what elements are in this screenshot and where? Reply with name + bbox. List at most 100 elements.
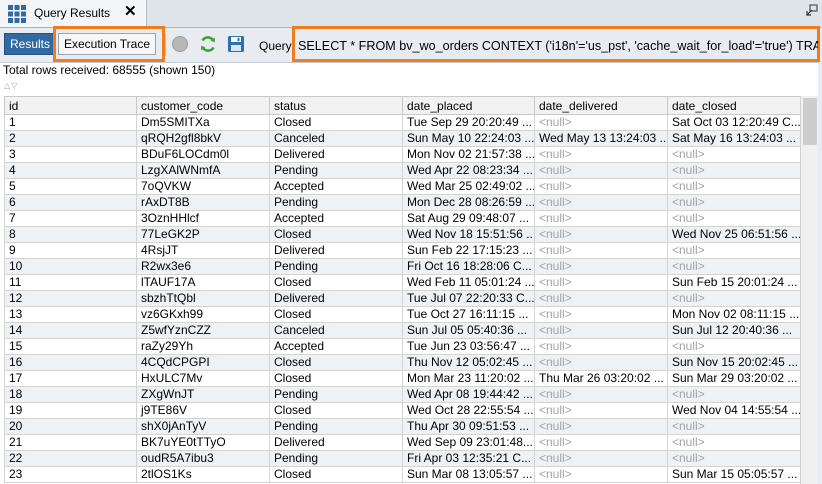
table-row[interactable]: 1 Dm5SMITXa Closed Tue Sep 29 20:20:49 ... <… [4, 114, 800, 131]
cell-id[interactable]: 3 [4, 146, 137, 163]
cell-date-placed[interactable]: Fri Oct 16 18:28:06 C... [402, 258, 535, 275]
cell-status[interactable]: Delivered [269, 242, 403, 259]
cell-date-placed[interactable]: Wed Feb 11 05:01:24 ... [402, 274, 535, 291]
cell-customer-code[interactable]: BDuF6LOCdm0l [136, 146, 270, 163]
cell-id[interactable]: 13 [4, 306, 137, 323]
cell-date-delivered[interactable]: <null> [534, 290, 668, 307]
cell-date-placed[interactable]: Wed Apr 22 08:23:34 ... [402, 162, 535, 179]
cell-status[interactable]: Delivered [269, 290, 403, 307]
cell-customer-code[interactable]: 2tlOS1Ks [136, 466, 270, 483]
table-row[interactable]: 16 4CQdCPGPI Closed Thu Nov 12 05:02:45 ...… [4, 354, 800, 371]
cell-customer-code[interactable]: LzgXAlWNmfA [136, 162, 270, 179]
cell-customer-code[interactable]: sbzhTtQbl [136, 290, 270, 307]
cell-customer-code[interactable]: Dm5SMITXa [136, 114, 270, 131]
cell-id[interactable]: 14 [4, 322, 137, 339]
cell-customer-code[interactable]: R2wx3e6 [136, 258, 270, 275]
cell-customer-code[interactable]: shX0jAnTyV [136, 418, 270, 435]
cell-date-closed[interactable]: Wed Nov 04 14:55:54 ... [667, 402, 800, 419]
vertical-scrollbar[interactable] [800, 96, 819, 484]
tab-query-results[interactable]: Query Results ✕ [0, 0, 147, 27]
cell-id[interactable]: 16 [4, 354, 137, 371]
cell-date-closed[interactable]: <null> [667, 434, 800, 451]
cell-status[interactable]: Pending [269, 386, 403, 403]
cell-customer-code[interactable]: 7oQVKW [136, 178, 270, 195]
cell-id[interactable]: 5 [4, 178, 137, 195]
refresh-icon[interactable] [198, 34, 218, 54]
table-row[interactable]: 10 R2wx3e6 Pending Fri Oct 16 18:28:06 C...… [4, 258, 800, 275]
cell-customer-code[interactable]: raZy29Yh [136, 338, 270, 355]
stop-icon[interactable] [170, 34, 190, 54]
cell-customer-code[interactable]: HxULC7Mv [136, 370, 270, 387]
cell-date-delivered[interactable]: <null> [534, 146, 668, 163]
cell-date-closed[interactable]: Sat Oct 03 12:20:49 C... [667, 114, 800, 131]
cell-id[interactable]: 11 [4, 274, 137, 291]
restore-window-icon[interactable] [806, 4, 818, 16]
cell-date-closed[interactable]: Sat May 16 13:24:03 ... [667, 130, 800, 147]
cell-customer-code[interactable]: 4CQdCPGPI [136, 354, 270, 371]
table-row[interactable]: 6 rAxDT8B Pending Mon Dec 28 08:26:59 ... <n… [4, 194, 800, 211]
cell-date-placed[interactable]: Thu Apr 30 09:51:53 ... [402, 418, 535, 435]
cell-status[interactable]: Closed [269, 226, 403, 243]
table-row[interactable]: 4 LzgXAlWNmfA Pending Wed Apr 22 08:23:34 .… [4, 162, 800, 179]
cell-status[interactable]: Closed [269, 306, 403, 323]
cell-status[interactable]: Pending [269, 194, 403, 211]
scrollbar-thumb[interactable] [803, 98, 817, 145]
cell-date-closed[interactable]: <null> [667, 450, 800, 467]
cell-customer-code[interactable]: Z5wfYznCZZ [136, 322, 270, 339]
save-icon[interactable] [226, 34, 246, 54]
cell-customer-code[interactable]: rAxDT8B [136, 194, 270, 211]
cell-date-delivered[interactable]: <null> [534, 322, 668, 339]
table-row[interactable]: 9 4RsjJT Delivered Sun Feb 22 17:15:23 ... <… [4, 242, 800, 259]
cell-id[interactable]: 12 [4, 290, 137, 307]
cell-id[interactable]: 2 [4, 130, 137, 147]
cell-customer-code[interactable]: oudR5A7ibu3 [136, 450, 270, 467]
cell-id[interactable]: 17 [4, 370, 137, 387]
table-row[interactable]: 2 qRQH2gfl8bkV Canceled Sun May 10 22:24:03… [4, 130, 800, 147]
table-row[interactable]: 21 BK7uYE0tTTyO Delivered Wed Sep 09 23:01:… [4, 434, 800, 451]
cell-id[interactable]: 22 [4, 450, 137, 467]
cell-date-delivered[interactable]: <null> [534, 242, 668, 259]
cell-customer-code[interactable]: 77LeGK2P [136, 226, 270, 243]
cell-date-closed[interactable]: <null> [667, 146, 800, 163]
table-row[interactable]: 20 shX0jAnTyV Pending Thu Apr 30 09:51:53 .… [4, 418, 800, 435]
cell-id[interactable]: 19 [4, 402, 137, 419]
query-text[interactable]: SELECT * FROM bv_wo_orders CONTEXT ('i18… [298, 37, 818, 55]
cell-customer-code[interactable]: j9TE86V [136, 402, 270, 419]
cell-date-delivered[interactable]: <null> [534, 226, 668, 243]
cell-date-placed[interactable]: Tue Oct 27 16:11:15 ... [402, 306, 535, 323]
cell-status[interactable]: Delivered [269, 146, 403, 163]
cell-id[interactable]: 18 [4, 386, 137, 403]
cell-date-placed[interactable]: Fri Apr 03 12:35:21 C... [402, 450, 535, 467]
table-row[interactable]: 3 BDuF6LOCdm0l Delivered Mon Nov 02 21:57:3… [4, 146, 800, 163]
cell-date-placed[interactable]: Tue Jun 23 03:56:47 ... [402, 338, 535, 355]
cell-date-placed[interactable]: Sun Feb 22 17:15:23 ... [402, 242, 535, 259]
cell-status[interactable]: Canceled [269, 322, 403, 339]
cell-customer-code[interactable]: ZXgWnJT [136, 386, 270, 403]
cell-status[interactable]: Closed [269, 114, 403, 131]
cell-date-placed[interactable]: Sun Jul 05 05:40:36 ... [402, 322, 535, 339]
cell-date-placed[interactable]: Wed Mar 25 02:49:02 ... [402, 178, 535, 195]
column-header-date-delivered[interactable]: date_delivered [534, 96, 668, 115]
column-header-customer-code[interactable]: customer_code [136, 96, 270, 115]
cell-status[interactable]: Pending [269, 450, 403, 467]
cell-date-placed[interactable]: Tue Sep 29 20:20:49 ... [402, 114, 535, 131]
cell-status[interactable]: Pending [269, 418, 403, 435]
cell-date-delivered[interactable]: Wed May 13 13:24:03 ... [534, 130, 668, 147]
cell-date-delivered[interactable]: <null> [534, 210, 668, 227]
cell-date-closed[interactable]: <null> [667, 418, 800, 435]
sort-toggle-icon[interactable]: △▽ [4, 81, 18, 90]
cell-status[interactable]: Closed [269, 274, 403, 291]
cell-date-delivered[interactable]: <null> [534, 114, 668, 131]
cell-id[interactable]: 23 [4, 466, 137, 483]
cell-id[interactable]: 21 [4, 434, 137, 451]
cell-date-placed[interactable]: Wed Oct 28 22:55:54 ... [402, 402, 535, 419]
cell-date-delivered[interactable]: <null> [534, 434, 668, 451]
cell-date-closed[interactable]: Sun Mar 15 05:05:57 ... [667, 466, 800, 483]
column-header-date-closed[interactable]: date_closed [667, 96, 800, 115]
cell-date-delivered[interactable]: <null> [534, 466, 668, 483]
cell-id[interactable]: 7 [4, 210, 137, 227]
column-header-date-placed[interactable]: date_placed [402, 96, 535, 115]
cell-status[interactable]: Accepted [269, 210, 403, 227]
cell-date-placed[interactable]: Wed Nov 18 15:51:56 ... [402, 226, 535, 243]
cell-status[interactable]: Closed [269, 402, 403, 419]
